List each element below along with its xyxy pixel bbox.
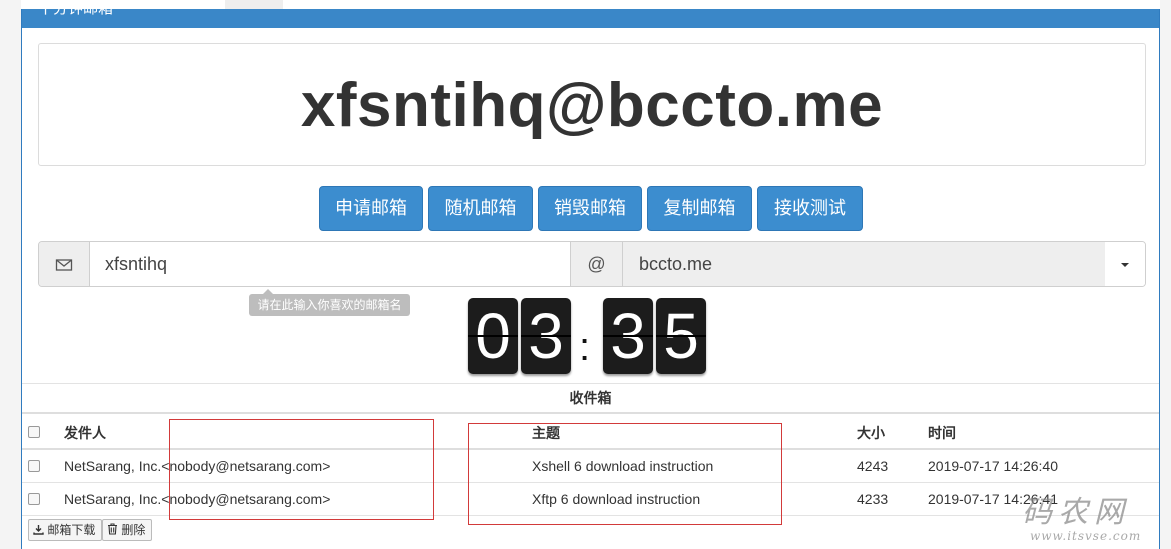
destroy-mailbox-button[interactable]: 销毁邮箱 [538,186,642,231]
row-checkbox[interactable] [28,460,40,472]
highlight-box-sender [169,419,434,520]
delete-button[interactable]: 删除 [102,519,152,541]
caret-down-icon [1121,263,1129,267]
row-checkbox[interactable] [28,493,40,505]
download-mailbox-button[interactable]: 邮箱下载 [28,519,102,541]
panel-header: 十分钟邮箱 [22,9,1159,28]
apply-mailbox-button[interactable]: 申请邮箱 [319,186,423,231]
row-size: 4233 [857,491,889,507]
copy-mailbox-button[interactable]: 复制邮箱 [647,186,752,231]
envelope-icon [55,259,73,271]
column-time: 时间 [928,425,956,441]
receive-test-button[interactable]: 接收测试 [757,186,863,231]
left-margin [0,0,21,549]
envelope-addon [39,242,90,286]
timer-separator: : [579,325,591,369]
page: 十分钟邮箱 xfsntihq@bccto.me 申请邮箱 随机邮箱 销毁邮箱 复… [0,0,1171,549]
mailbox-panel: 十分钟邮箱 xfsntihq@bccto.me 申请邮箱 随机邮箱 销毁邮箱 复… [21,9,1160,549]
column-size: 大小 [857,425,885,441]
at-sign: @ [570,242,623,286]
watermark-url: www.itsvse.com [1030,529,1142,543]
inbox-title: 收件箱 [22,383,1159,414]
mailbox-name-input[interactable]: xfsntihq [90,242,570,286]
row-size: 4243 [857,458,889,474]
address-display: xfsntihq@bccto.me [38,43,1146,166]
mailbox-input-group: xfsntihq @ bccto.me [38,241,1146,287]
site-watermark: 码农网 www.itsvse.com [1022,496,1152,546]
email-address: xfsntihq@bccto.me [300,71,884,140]
highlight-box-subject [468,423,782,525]
timer-digit: 3 [603,298,653,374]
delete-label: 删除 [121,523,146,537]
trash-icon [108,523,117,535]
download-label: 邮箱下载 [47,523,96,537]
timer-digit: 5 [656,298,706,374]
column-sender: 发件人 [64,425,106,441]
row-time: 2019-07-17 14:26:40 [928,458,1058,474]
panel-title: 十分钟邮箱 [38,9,113,18]
timer-digit: 0 [468,298,518,374]
download-icon [33,525,44,535]
domain-select[interactable]: bccto.me [623,242,1106,286]
tab-strip [225,0,283,9]
domain-dropdown-toggle[interactable] [1105,242,1145,286]
select-all-checkbox[interactable] [28,426,40,438]
random-mailbox-button[interactable]: 随机邮箱 [428,186,533,231]
right-margin [1160,0,1171,549]
timer-digit: 3 [521,298,571,374]
input-tooltip: 请在此输入你喜欢的邮箱名 [249,294,410,316]
watermark-logo: 码农网 [1022,495,1130,530]
